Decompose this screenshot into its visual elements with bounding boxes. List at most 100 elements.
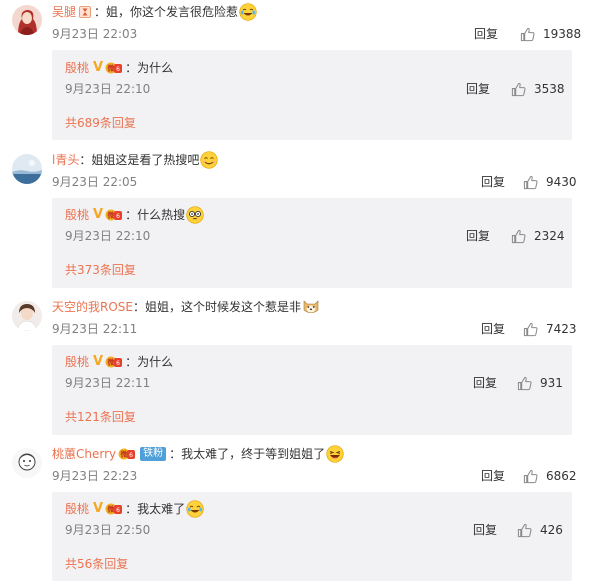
reply-actions: 回复 — [466, 81, 490, 97]
thumbs-up-icon — [523, 175, 538, 190]
username-link[interactable]: 桃蕙Cherry — [52, 446, 116, 462]
reply-text-line: 殷桃 V ：为什么 — [65, 60, 173, 76]
view-replies-link[interactable]: 共121条回复 — [65, 409, 136, 425]
like-group: 19388 — [520, 26, 581, 42]
verified-v-icon: V — [93, 501, 104, 516]
reply-username-link[interactable]: 殷桃 — [65, 207, 89, 223]
like-button[interactable]: 426 — [517, 522, 563, 538]
comment-actions: 回复 — [474, 26, 498, 42]
reply-text: ：为什么 — [125, 61, 174, 75]
like-count: 6862 — [546, 469, 577, 483]
reply-text: ：什么热搜 — [125, 208, 186, 222]
reply-text-line: 殷桃 V ：什么热搜 — [65, 207, 204, 223]
view-replies-link[interactable]: 共56条回复 — [65, 556, 128, 572]
reply-username-link[interactable]: 殷桃 — [65, 501, 89, 517]
vip-badge-icon — [105, 61, 123, 75]
thumbs-up-icon — [511, 229, 526, 244]
thumbs-up-icon — [523, 322, 538, 337]
reply-username-link[interactable]: 殷桃 — [65, 60, 89, 76]
thumbs-up-icon — [523, 469, 538, 484]
avatar[interactable] — [12, 448, 42, 478]
reply-box: 殷桃 V ：为什么 9月23日 22:10 回复 3538 共689条回复 — [52, 50, 572, 140]
reply-button[interactable]: 回复 — [466, 228, 490, 244]
avatar[interactable] — [12, 301, 42, 331]
glasses-emoji-icon — [186, 206, 204, 224]
reply-timestamp: 9月23日 22:11 — [65, 376, 151, 390]
comment-text: ：姐，你这个发言很危险惹 — [94, 5, 239, 19]
verified-v-icon: V — [93, 207, 104, 222]
like-count: 931 — [540, 376, 563, 390]
username-link[interactable]: 吴腿 — [52, 4, 76, 20]
like-group: 931 — [517, 375, 563, 391]
comment-timestamp: 9月23日 22:11 — [52, 322, 138, 336]
reply-text: ：为什么 — [125, 355, 174, 369]
like-count: 3538 — [534, 82, 565, 96]
reply-button[interactable]: 回复 — [473, 375, 497, 391]
like-button[interactable]: 2324 — [511, 228, 565, 244]
reply-button[interactable]: 回复 — [474, 26, 498, 42]
vip-badge-icon — [105, 355, 123, 369]
reply-box: 殷桃 V ：为什么 9月23日 22:11 回复 931 共121条回复 — [52, 345, 572, 435]
view-replies-link[interactable]: 共689条回复 — [65, 115, 136, 131]
reply-actions: 回复 — [466, 228, 490, 244]
like-button[interactable]: 19388 — [520, 26, 581, 42]
vip-badge-icon — [105, 208, 123, 222]
like-group: 7423 — [523, 321, 577, 337]
comment-text-line: l青头 ：姐姐这是看了热搜吧 — [52, 152, 218, 168]
thumbs-up-icon — [511, 82, 526, 97]
comment-text-line: 天空的我ROSE ：姐姐，这个时候发这个惹是非 — [52, 299, 320, 315]
like-count: 7423 — [546, 322, 577, 336]
haha-emoji-icon — [326, 445, 344, 463]
reply-button[interactable]: 回复 — [481, 321, 505, 337]
avatar[interactable] — [12, 154, 42, 184]
like-count: 9430 — [546, 175, 577, 189]
reply-actions: 回复 — [473, 522, 497, 538]
like-button[interactable]: 7423 — [523, 321, 577, 337]
like-group: 6862 — [523, 468, 577, 484]
reply-actions: 回复 — [473, 375, 497, 391]
like-count: 426 — [540, 523, 563, 537]
like-group: 3538 — [511, 81, 565, 97]
thumbs-up-icon — [520, 27, 535, 42]
hourglass-icon — [79, 6, 91, 18]
like-button[interactable]: 931 — [517, 375, 563, 391]
username-link[interactable]: l青头 — [52, 152, 79, 168]
reply-box: 殷桃 V ：什么热搜 9月23日 22:10 回复 2324 共373条回复 — [52, 198, 572, 288]
reply-button[interactable]: 回复 — [473, 522, 497, 538]
reply-timestamp: 9月23日 22:10 — [65, 82, 151, 96]
like-button[interactable]: 3538 — [511, 81, 565, 97]
smile-emoji-icon — [200, 151, 218, 169]
reply-text-line: 殷桃 V ：为什么 — [65, 354, 173, 370]
comment-text: ：我太难了，终于等到姐姐了 — [169, 447, 326, 461]
view-replies-link[interactable]: 共373条回复 — [65, 262, 136, 278]
comment-timestamp: 9月23日 22:05 — [52, 175, 138, 189]
vip-badge-icon — [118, 447, 136, 461]
comment-text: ：姐姐这是看了热搜吧 — [79, 153, 200, 167]
like-button[interactable]: 6862 — [523, 468, 577, 484]
username-link[interactable]: 天空的我ROSE — [52, 299, 133, 315]
comment-text-line: 吴腿 ：姐，你这个发言很危险惹 — [52, 4, 257, 20]
reply-button[interactable]: 回复 — [466, 81, 490, 97]
avatar[interactable] — [12, 5, 42, 35]
reply-timestamp: 9月23日 22:50 — [65, 523, 151, 537]
reply-timestamp: 9月23日 22:10 — [65, 229, 151, 243]
like-group: 426 — [517, 522, 563, 538]
reply-button[interactable]: 回复 — [481, 468, 505, 484]
comment-timestamp: 9月23日 22:23 — [52, 469, 138, 483]
like-button[interactable]: 9430 — [523, 174, 577, 190]
comment-timestamp: 9月23日 22:03 — [52, 27, 138, 41]
like-group: 9430 — [523, 174, 577, 190]
verified-v-icon: V — [93, 60, 104, 75]
comment-text-line: 桃蕙Cherry 铁粉 ：我太难了，终于等到姐姐了 — [52, 446, 344, 462]
like-group: 2324 — [511, 228, 565, 244]
verified-v-icon: V — [93, 354, 104, 369]
reply-box: 殷桃 V ：我太难了 9月23日 22:50 回复 426 共56条回复 — [52, 492, 572, 581]
comment-text: ：姐姐，这个时候发这个惹是非 — [132, 300, 301, 314]
reply-text: ：我太难了 — [125, 502, 186, 516]
vip-badge-icon — [105, 502, 123, 516]
reply-button[interactable]: 回复 — [481, 174, 505, 190]
reply-username-link[interactable]: 殷桃 — [65, 354, 89, 370]
fan-badge: 铁粉 — [140, 447, 167, 461]
laughing-tears-emoji-icon — [239, 3, 257, 21]
comment-actions: 回复 — [481, 468, 505, 484]
